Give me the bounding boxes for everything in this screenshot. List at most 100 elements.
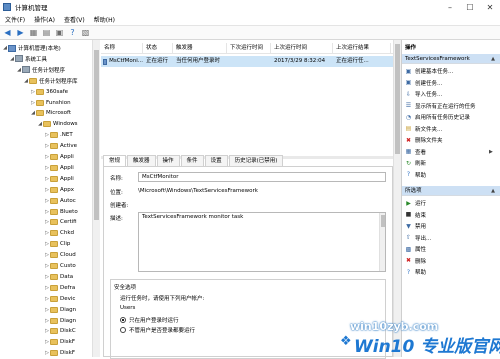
- tree-item[interactable]: ▷ Custo: [44, 261, 76, 271]
- tab-settings[interactable]: 设置: [204, 155, 228, 166]
- tree-item[interactable]: ▷ DiskF: [44, 337, 75, 347]
- navigation-tree: ◢ 计算机管理(本地) ◢ 系统工具 ◢ 任务计划程序 ◢ 任务计划程序库 ▷ 360safe ▷ F…: [0, 40, 100, 357]
- tree-item[interactable]: ▷ Devic: [44, 294, 75, 304]
- tree-item[interactable]: ▷ Diagn: [44, 316, 76, 326]
- tree-scrollbar[interactable]: [92, 40, 100, 357]
- close-button[interactable]: ✕: [480, 0, 500, 14]
- action-item[interactable]: ▼ 禁用: [405, 221, 426, 231]
- tree-item[interactable]: ▷ Appli: [44, 152, 74, 162]
- action-item[interactable]: ▩ 属性: [405, 244, 426, 254]
- tree-item[interactable]: ◢ 计算机管理(本地): [2, 43, 61, 53]
- windows-logo-icon: ❖: [340, 334, 352, 349]
- tree-item[interactable]: ▷ Clip: [44, 239, 70, 249]
- action-item-label: 运行: [415, 201, 427, 207]
- action-item[interactable]: ✖ 删除: [405, 256, 426, 266]
- column-next-run[interactable]: 下次运行时间: [227, 43, 271, 53]
- action-item[interactable]: ⇩ 导入任务...: [405, 89, 442, 99]
- tree-item[interactable]: ▷ Autoc: [44, 196, 76, 206]
- folder-up-icon[interactable]: ▦: [28, 27, 39, 38]
- forward-icon[interactable]: ▶: [15, 27, 26, 38]
- tree-item[interactable]: ◢ Microsoft: [30, 108, 71, 118]
- show-hide-tree-icon[interactable]: ▤: [41, 27, 52, 38]
- tree-item[interactable]: ▷ Data: [44, 272, 73, 282]
- tree-item[interactable]: ◢ 任务计划程序库: [23, 76, 78, 86]
- tree-item[interactable]: ◢ 任务计划程序: [16, 65, 65, 75]
- tree-item[interactable]: ▷ Defra: [44, 283, 75, 293]
- tab-history[interactable]: 历史记录(已禁用): [228, 155, 284, 166]
- tree-item[interactable]: ▷ Active: [44, 141, 77, 151]
- action-item[interactable]: ■ 结束: [405, 210, 426, 220]
- center-scrollbar[interactable]: [393, 40, 401, 357]
- export-icon: ⇧: [405, 234, 412, 241]
- actions-section-folder[interactable]: TextServicesFramework ▲: [402, 54, 500, 64]
- menu-file[interactable]: 文件(F): [5, 15, 25, 24]
- table-row[interactable]: MsCtfMoni... 正在运行 当任何用户登录时 2017/3/29 8:3…: [101, 56, 401, 67]
- tree-item-label: 任务计划程序库: [39, 78, 78, 85]
- run-whether-radio[interactable]: 不管用户是否登录都要运行: [120, 326, 195, 334]
- action-item[interactable]: ⇧ 导出...: [405, 233, 431, 243]
- help-icon[interactable]: ?: [67, 27, 78, 38]
- view-icon[interactable]: ▧: [80, 27, 91, 38]
- maximize-button[interactable]: ☐: [460, 0, 480, 14]
- tree-item[interactable]: ▷ Blueto: [44, 207, 78, 217]
- tree-item[interactable]: ▷ Funshion: [30, 98, 71, 108]
- tree-item-label: Active: [60, 143, 78, 150]
- minimize-button[interactable]: –: [440, 0, 460, 14]
- collapse-icon: ▲: [491, 56, 495, 62]
- action-item-label: 导出...: [415, 235, 432, 242]
- tree-item[interactable]: ▷ Cloud: [44, 250, 76, 260]
- tree-item-label: Autoc: [60, 197, 76, 204]
- action-item[interactable]: ▶ 运行: [405, 198, 426, 208]
- action-item[interactable]: ◔ 启用所有任务历史记录: [405, 112, 470, 122]
- action-item[interactable]: ↻ 刷新: [405, 158, 426, 168]
- column-status[interactable]: 状态: [143, 43, 173, 53]
- folder-icon: [50, 317, 58, 324]
- action-item[interactable]: ☰ 显示所有正在运行的任务: [405, 101, 476, 111]
- tree-item[interactable]: ▷ DiskF: [44, 348, 75, 357]
- menu-action[interactable]: 操作(A): [34, 15, 55, 24]
- action-item[interactable]: ▦ 查看 ▶: [405, 147, 493, 157]
- description-field[interactable]: TextServicesFramework monitor task: [138, 212, 386, 272]
- tree-item[interactable]: ◢ Windows: [37, 119, 78, 129]
- tab-general[interactable]: 常规: [103, 155, 127, 166]
- tree-item[interactable]: ▷ Diagn: [44, 305, 76, 315]
- import-icon: ⇩: [405, 90, 412, 98]
- tree-item[interactable]: ▷ 360safe: [30, 87, 68, 97]
- action-item[interactable]: ✖ 删除文件夹: [405, 135, 443, 145]
- action-item[interactable]: ▣ 创建任务...: [405, 78, 443, 88]
- tree-item[interactable]: ◢ 系统工具: [9, 54, 47, 64]
- action-item[interactable]: ▤ 新文件夹...: [405, 124, 443, 134]
- column-last-run[interactable]: 上次运行时间: [271, 43, 333, 53]
- tree-item[interactable]: ▷ Certifi: [44, 217, 77, 227]
- action-item-label: 帮助: [415, 172, 427, 179]
- folder-icon: [50, 175, 58, 182]
- tree-item[interactable]: ▷ DiskC: [44, 326, 76, 336]
- tree-item[interactable]: ▷ Appli: [44, 163, 74, 173]
- description-scrollbar[interactable]: [379, 213, 385, 271]
- tab-conditions[interactable]: 条件: [180, 155, 204, 166]
- column-trigger[interactable]: 触发器: [173, 43, 227, 53]
- name-field[interactable]: MsCtfMonitor: [138, 172, 386, 182]
- tab-actions[interactable]: 操作: [156, 155, 180, 166]
- only-logged-on-radio[interactable]: 只在用户登录时运行: [120, 316, 179, 324]
- action-item[interactable]: ? 帮助: [405, 170, 426, 180]
- action-item[interactable]: ? 帮助: [405, 267, 426, 277]
- folder-icon: [36, 99, 44, 106]
- tree-item[interactable]: ▷ .NET: [44, 130, 73, 140]
- menu-view[interactable]: 查看(V): [64, 15, 85, 24]
- actions-section-selected-title: 所选项: [405, 188, 422, 194]
- tab-triggers[interactable]: 触发器: [127, 155, 156, 166]
- radio-empty-icon: [120, 327, 126, 333]
- tree-item[interactable]: ▷ Chkd: [44, 228, 74, 238]
- properties-icon[interactable]: ▣: [54, 27, 65, 38]
- action-item-label: 导入任务...: [415, 92, 443, 98]
- tree-item[interactable]: ▷ Appx: [44, 185, 74, 195]
- back-icon[interactable]: ◀: [2, 27, 13, 38]
- action-item[interactable]: ▣ 创建基本任务...: [405, 66, 454, 76]
- radio-selected-icon: [120, 317, 126, 323]
- menu-help[interactable]: 帮助(H): [94, 15, 115, 24]
- tree-item[interactable]: ▷ Appli: [44, 174, 74, 184]
- actions-section-selected[interactable]: 所选项 ▲: [402, 186, 500, 196]
- column-last-result[interactable]: 上次运行结果: [333, 43, 391, 53]
- column-name[interactable]: 名称: [101, 43, 143, 53]
